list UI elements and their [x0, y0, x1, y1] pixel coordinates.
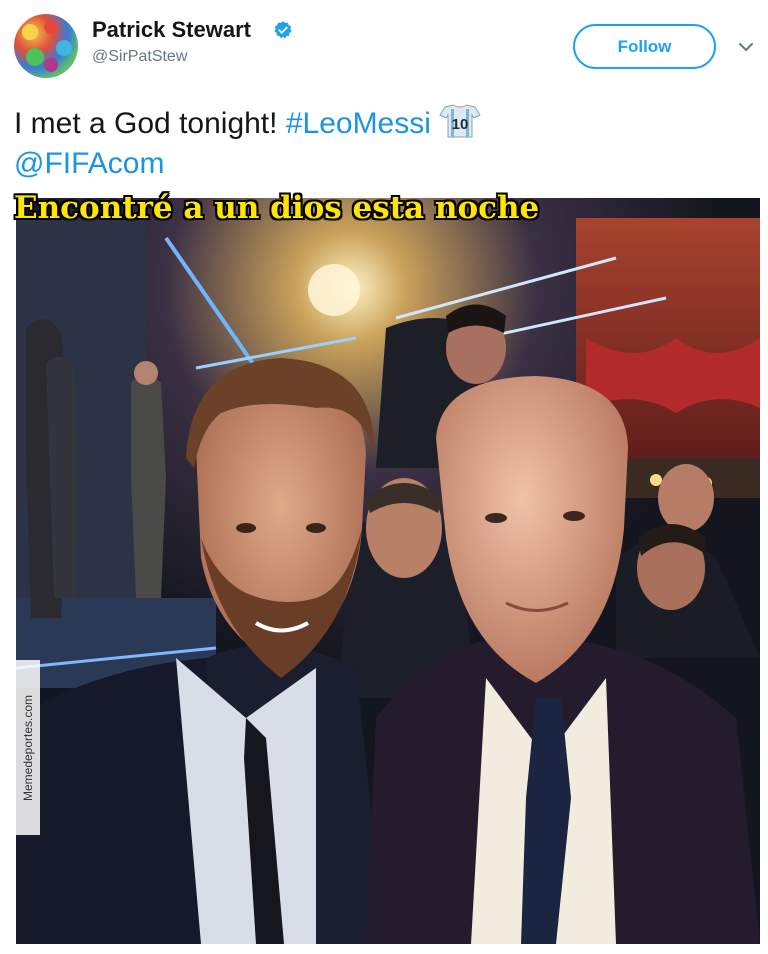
chevron-down-icon[interactable]	[737, 38, 755, 56]
meme-caption: Encontré a un dios esta noche	[14, 190, 540, 226]
tweet-body-text: I met a God tonight!	[14, 107, 286, 140]
watermark: Memedeportes.com	[16, 660, 40, 835]
svg-text:10: 10	[452, 116, 469, 133]
author-name[interactable]: Patrick Stewart	[92, 17, 251, 43]
verified-badge-icon	[274, 21, 292, 39]
tweet-header: Patrick Stewart @SirPatStew Follow	[0, 0, 768, 90]
avatar[interactable]	[14, 14, 78, 78]
author-handle[interactable]: @SirPatStew	[92, 48, 187, 66]
tweet-text: I met a God tonight! #LeoMessi 10 @FIFAc…	[14, 103, 754, 184]
mention-link[interactable]: @FIFAcom	[14, 147, 164, 180]
tweet-photo[interactable]: Memedeportes.com	[16, 198, 760, 944]
hashtag-link[interactable]: #LeoMessi	[286, 107, 431, 140]
follow-button[interactable]: Follow	[573, 24, 716, 69]
argentina-jersey-10-icon: 10	[439, 104, 481, 138]
photo-illustration	[16, 198, 760, 944]
watermark-text: Memedeportes.com	[21, 694, 36, 801]
